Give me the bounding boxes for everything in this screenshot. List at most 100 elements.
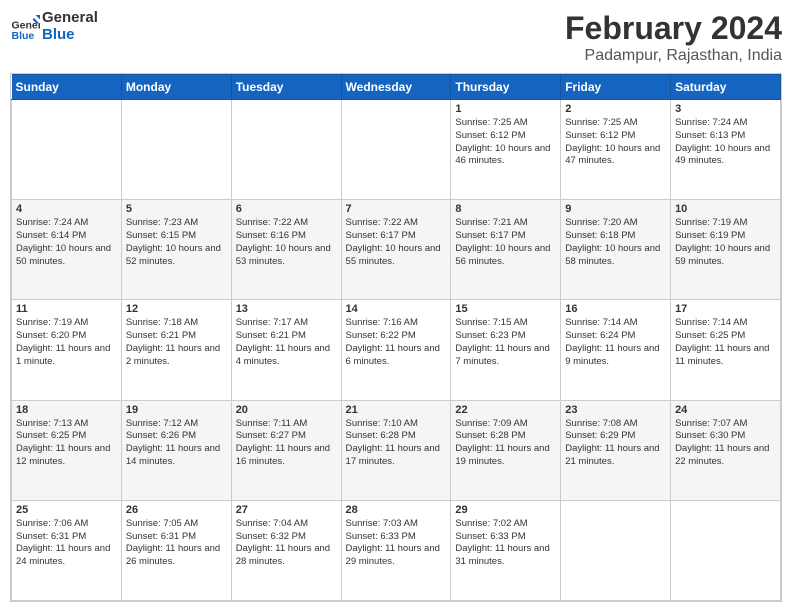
logo: General Blue General Blue bbox=[10, 10, 98, 43]
day-number: 25 bbox=[16, 504, 117, 516]
day-info: Sunrise: 7:18 AMSunset: 6:21 PMDaylight:… bbox=[126, 317, 227, 368]
calendar-cell bbox=[12, 100, 122, 200]
calendar-cell: 4Sunrise: 7:24 AMSunset: 6:14 PMDaylight… bbox=[12, 200, 122, 300]
day-info: Sunrise: 7:14 AMSunset: 6:25 PMDaylight:… bbox=[675, 317, 776, 368]
calendar-cell: 24Sunrise: 7:07 AMSunset: 6:30 PMDayligh… bbox=[671, 400, 781, 500]
day-number: 14 bbox=[346, 303, 447, 315]
page: General Blue General Blue February 2024 … bbox=[0, 0, 792, 612]
day-number: 28 bbox=[346, 504, 447, 516]
header: General Blue General Blue February 2024 … bbox=[10, 10, 782, 65]
calendar-cell: 22 Sunrise: 7:09 AMSunset: 6:28 PMDayligh… bbox=[451, 400, 561, 500]
calendar-cell bbox=[121, 100, 231, 200]
day-number: 15 bbox=[455, 303, 556, 315]
day-info: Sunrise: 7:09 AMSunset: 6:28 PMDaylight:… bbox=[455, 418, 556, 469]
calendar-cell: 26Sunrise: 7:05 AMSunset: 6:31 PMDayligh… bbox=[121, 500, 231, 600]
day-info: Sunrise: 7:11 AMSunset: 6:27 PMDaylight:… bbox=[236, 418, 337, 469]
day-number: 19 bbox=[126, 404, 227, 416]
calendar-cell: 13 Sunrise: 7:17 AMSunset: 6:21 PMDayligh… bbox=[231, 300, 341, 400]
day-number: 8 bbox=[455, 203, 556, 215]
day-info: Sunrise: 7:25 AMSunset: 6:12 PMDaylight:… bbox=[565, 117, 666, 168]
weekday-header: Saturday bbox=[671, 75, 781, 100]
calendar-cell: 21Sunrise: 7:10 AMSunset: 6:28 PMDayligh… bbox=[341, 400, 451, 500]
weekday-header: Sunday bbox=[12, 75, 122, 100]
day-number: 3 bbox=[675, 103, 776, 115]
calendar-cell: 28 Sunrise: 7:03 AMSunset: 6:33 PMDayligh… bbox=[341, 500, 451, 600]
day-number: 17 bbox=[675, 303, 776, 315]
day-number: 7 bbox=[346, 203, 447, 215]
month-title: February 2024 bbox=[565, 10, 782, 47]
calendar-cell: 3 Sunrise: 7:24 AMSunset: 6:13 PMDaylight… bbox=[671, 100, 781, 200]
day-number: 1 bbox=[455, 103, 556, 115]
day-number: 26 bbox=[126, 504, 227, 516]
day-info: Sunrise: 7:22 AMSunset: 6:17 PMDaylight:… bbox=[346, 217, 447, 268]
day-info: Sunrise: 7:17 AMSunset: 6:21 PMDaylight:… bbox=[236, 317, 337, 368]
calendar-cell: 20 Sunrise: 7:11 AMSunset: 6:27 PMDayligh… bbox=[231, 400, 341, 500]
calendar-cell bbox=[671, 500, 781, 600]
day-number: 16 bbox=[565, 303, 666, 315]
day-info: Sunrise: 7:15 AMSunset: 6:23 PMDaylight:… bbox=[455, 317, 556, 368]
svg-text:Blue: Blue bbox=[12, 30, 35, 42]
day-info: Sunrise: 7:23 AMSunset: 6:15 PMDaylight:… bbox=[126, 217, 227, 268]
calendar-cell: 8 Sunrise: 7:21 AMSunset: 6:17 PMDaylight… bbox=[451, 200, 561, 300]
day-info: Sunrise: 7:14 AMSunset: 6:24 PMDaylight:… bbox=[565, 317, 666, 368]
day-number: 21 bbox=[346, 404, 447, 416]
title-block: February 2024 Padampur, Rajasthan, India bbox=[565, 10, 782, 65]
calendar-cell: 11Sunrise: 7:19 AMSunset: 6:20 PMDayligh… bbox=[12, 300, 122, 400]
calendar-cell: 6 Sunrise: 7:22 AMSunset: 6:16 PMDaylight… bbox=[231, 200, 341, 300]
calendar-cell: 23 Sunrise: 7:08 AMSunset: 6:29 PMDayligh… bbox=[561, 400, 671, 500]
day-number: 13 bbox=[236, 303, 337, 315]
day-number: 10 bbox=[675, 203, 776, 215]
day-info: Sunrise: 7:02 AMSunset: 6:33 PMDaylight:… bbox=[455, 518, 556, 569]
day-info: Sunrise: 7:20 AMSunset: 6:18 PMDaylight:… bbox=[565, 217, 666, 268]
calendar-cell: 17 Sunrise: 7:14 AMSunset: 6:25 PMDayligh… bbox=[671, 300, 781, 400]
day-info: Sunrise: 7:19 AMSunset: 6:19 PMDaylight:… bbox=[675, 217, 776, 268]
calendar-cell: 5 Sunrise: 7:23 AMSunset: 6:15 PMDaylight… bbox=[121, 200, 231, 300]
calendar-cell: 19Sunrise: 7:12 AMSunset: 6:26 PMDayligh… bbox=[121, 400, 231, 500]
calendar-cell: 18Sunrise: 7:13 AMSunset: 6:25 PMDayligh… bbox=[12, 400, 122, 500]
day-info: Sunrise: 7:24 AMSunset: 6:13 PMDaylight:… bbox=[675, 117, 776, 168]
day-info: Sunrise: 7:22 AMSunset: 6:16 PMDaylight:… bbox=[236, 217, 337, 268]
day-number: 2 bbox=[565, 103, 666, 115]
calendar-cell bbox=[341, 100, 451, 200]
calendar: SundayMondayTuesdayWednesdayThursdayFrid… bbox=[10, 73, 782, 602]
logo-general: General bbox=[42, 10, 98, 27]
day-info: Sunrise: 7:04 AMSunset: 6:32 PMDaylight:… bbox=[236, 518, 337, 569]
calendar-cell: 27 Sunrise: 7:04 AMSunset: 6:32 PMDayligh… bbox=[231, 500, 341, 600]
day-info: Sunrise: 7:21 AMSunset: 6:17 PMDaylight:… bbox=[455, 217, 556, 268]
day-info: Sunrise: 7:16 AMSunset: 6:22 PMDaylight:… bbox=[346, 317, 447, 368]
day-number: 20 bbox=[236, 404, 337, 416]
logo-icon: General Blue bbox=[10, 12, 40, 42]
day-number: 22 bbox=[455, 404, 556, 416]
calendar-cell: 15 Sunrise: 7:15 AMSunset: 6:23 PMDayligh… bbox=[451, 300, 561, 400]
calendar-cell: 12 Sunrise: 7:18 AMSunset: 6:21 PMDayligh… bbox=[121, 300, 231, 400]
calendar-cell bbox=[231, 100, 341, 200]
calendar-cell: 10 Sunrise: 7:19 AMSunset: 6:19 PMDayligh… bbox=[671, 200, 781, 300]
day-number: 4 bbox=[16, 203, 117, 215]
weekday-header: Tuesday bbox=[231, 75, 341, 100]
day-number: 9 bbox=[565, 203, 666, 215]
calendar-cell: 14 Sunrise: 7:16 AMSunset: 6:22 PMDayligh… bbox=[341, 300, 451, 400]
day-info: Sunrise: 7:03 AMSunset: 6:33 PMDaylight:… bbox=[346, 518, 447, 569]
day-number: 18 bbox=[16, 404, 117, 416]
day-info: Sunrise: 7:19 AMSunset: 6:20 PMDaylight:… bbox=[16, 317, 117, 368]
day-number: 12 bbox=[126, 303, 227, 315]
calendar-cell: 7 Sunrise: 7:22 AMSunset: 6:17 PMDaylight… bbox=[341, 200, 451, 300]
day-number: 5 bbox=[126, 203, 227, 215]
day-info: Sunrise: 7:07 AMSunset: 6:30 PMDaylight:… bbox=[675, 418, 776, 469]
calendar-cell: 1 Sunrise: 7:25 AMSunset: 6:12 PMDaylight… bbox=[451, 100, 561, 200]
day-number: 27 bbox=[236, 504, 337, 516]
day-info: Sunrise: 7:06 AMSunset: 6:31 PMDaylight:… bbox=[16, 518, 117, 569]
calendar-cell: 2 Sunrise: 7:25 AMSunset: 6:12 PMDaylight… bbox=[561, 100, 671, 200]
day-number: 29 bbox=[455, 504, 556, 516]
calendar-cell: 9 Sunrise: 7:20 AMSunset: 6:18 PMDaylight… bbox=[561, 200, 671, 300]
weekday-header: Monday bbox=[121, 75, 231, 100]
weekday-header: Friday bbox=[561, 75, 671, 100]
calendar-cell: 29 Sunrise: 7:02 AMSunset: 6:33 PMDayligh… bbox=[451, 500, 561, 600]
day-number: 6 bbox=[236, 203, 337, 215]
calendar-cell bbox=[561, 500, 671, 600]
calendar-cell: 25 Sunrise: 7:06 AMSunset: 6:31 PMDayligh… bbox=[12, 500, 122, 600]
day-info: Sunrise: 7:08 AMSunset: 6:29 PMDaylight:… bbox=[565, 418, 666, 469]
day-number: 23 bbox=[565, 404, 666, 416]
weekday-header: Thursday bbox=[451, 75, 561, 100]
day-info: Sunrise: 7:25 AMSunset: 6:12 PMDaylight:… bbox=[455, 117, 556, 168]
